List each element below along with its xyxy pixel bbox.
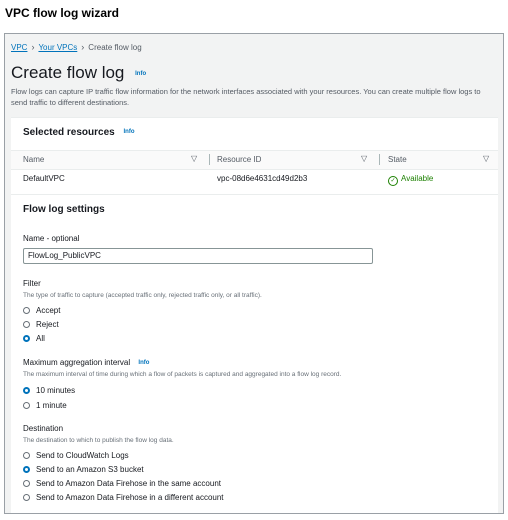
radio-label: Send to an Amazon S3 bucket [36,465,144,474]
status-badge: ✓ Available [388,174,433,186]
sort-down-icon[interactable]: ▽ [191,154,197,163]
flow-log-settings-heading: Flow log settings [23,204,105,215]
chevron-right-icon: › [31,42,35,52]
radio-icon[interactable] [23,307,30,314]
radio-label: 1 minute [36,401,67,410]
radio-icon[interactable] [23,402,30,409]
radio-label: 10 minutes [36,386,76,395]
check-circle-icon: ✓ [388,176,398,186]
radio-selected-icon[interactable] [23,387,30,394]
table-row: DefaultVPC vpc-08d6e4631cd49d2b3 ✓ Availa… [11,170,498,188]
destination-option-cloudwatch[interactable]: Send to CloudWatch Logs [23,451,129,460]
name-field-label: Name - optional [23,234,80,243]
column-divider [209,154,210,165]
page-info-link[interactable]: Info [135,71,146,77]
destination-option-s3[interactable]: Send to an Amazon S3 bucket [23,465,144,474]
column-header-resource-id[interactable]: Resource ID [217,155,261,164]
destination-label: Destination [23,424,64,433]
radio-icon[interactable] [23,494,30,501]
radio-label: Send to Amazon Data Firehose in the same… [36,479,221,488]
filter-option-accept[interactable]: Accept [23,306,60,315]
interval-option-10-minutes[interactable]: 10 minutes [23,386,75,395]
page-title-text: Create flow log [11,63,125,82]
cell-name: DefaultVPC [23,174,65,183]
radio-icon[interactable] [23,480,30,487]
filter-label: Filter [23,279,41,288]
resources-table-header: Name ▽ Resource ID ▽ State ▽ [11,150,498,170]
destination-option-firehose-same[interactable]: Send to Amazon Data Firehose in the same… [23,479,221,488]
column-divider [379,154,380,165]
radio-label: Send to Amazon Data Firehose in a differ… [36,493,224,502]
filter-option-all[interactable]: All [23,334,45,343]
filter-option-reject[interactable]: Reject [23,320,59,329]
radio-label: Accept [36,306,61,315]
interval-option-1-minute[interactable]: 1 minute [23,401,67,410]
flow-log-settings-panel: Flow log settings Name - optional FlowLo… [11,194,498,513]
selected-resources-heading-text: Selected resources [23,127,115,138]
document-title: VPC flow log wizard [5,6,120,20]
column-header-name[interactable]: Name [23,155,44,164]
breadcrumb-your-vpcs[interactable]: Your VPCs [38,43,77,52]
radio-selected-icon[interactable] [23,335,30,342]
interval-info-link[interactable]: Info [138,360,149,366]
page-description: Flow logs can capture IP traffic flow in… [11,87,481,107]
radio-icon[interactable] [23,321,30,328]
name-input[interactable]: FlowLog_PublicVPC [23,248,373,264]
interval-description: The maximum interval of time during whic… [23,371,342,378]
destination-option-firehose-different[interactable]: Send to Amazon Data Firehose in a differ… [23,493,224,502]
sort-down-icon[interactable]: ▽ [483,154,489,163]
chevron-right-icon: › [81,42,85,52]
interval-label-text: Maximum aggregation interval [23,358,131,367]
sort-down-icon[interactable]: ▽ [361,154,367,163]
radio-label: All [36,334,45,343]
radio-selected-icon[interactable] [23,466,30,473]
console-frame: VPC › Your VPCs › Create flow log Create… [4,33,504,514]
selected-resources-heading: Selected resources Info [23,127,135,138]
interval-label: Maximum aggregation interval Info [23,358,149,367]
breadcrumb-vpc[interactable]: VPC [11,43,27,52]
cell-resource-id: vpc-08d6e4631cd49d2b3 [217,174,308,183]
page-title: Create flow log Info [11,63,146,83]
selected-resources-info-link[interactable]: Info [124,129,135,135]
selected-resources-panel: Selected resources Info Name ▽ Resource … [11,117,498,195]
filter-description: The type of traffic to capture (accepted… [23,292,262,299]
breadcrumb-current: Create flow log [88,42,142,52]
status-text: Available [401,174,434,183]
column-header-state[interactable]: State [388,155,407,164]
radio-label: Reject [36,320,59,329]
radio-label: Send to CloudWatch Logs [36,451,129,460]
breadcrumb: VPC › Your VPCs › Create flow log [11,42,142,52]
destination-description: The destination to which to publish the … [23,437,174,444]
radio-icon[interactable] [23,452,30,459]
